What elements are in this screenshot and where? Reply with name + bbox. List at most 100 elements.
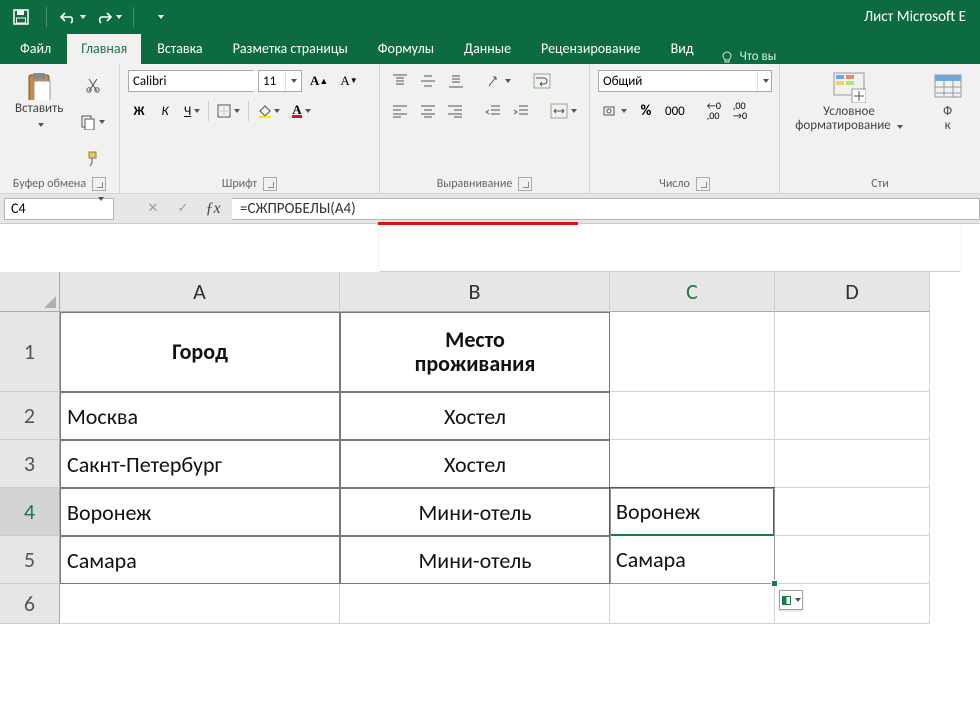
tab-file[interactable]: Файл bbox=[6, 34, 65, 64]
tab-data[interactable]: Данные bbox=[450, 34, 525, 64]
cell-D2[interactable] bbox=[775, 392, 930, 440]
clipboard-dialog-launcher[interactable] bbox=[92, 177, 106, 191]
alignment-dialog-launcher[interactable] bbox=[518, 177, 532, 191]
cell-D3[interactable] bbox=[775, 440, 930, 488]
group-font: A▲ A▼ Ж К Ч А Шрифт bbox=[120, 64, 380, 193]
autofill-options-button[interactable] bbox=[779, 590, 803, 610]
fill-handle[interactable] bbox=[771, 580, 778, 587]
font-size-input[interactable] bbox=[259, 71, 285, 91]
cell-B5[interactable]: Мини-отель bbox=[340, 536, 610, 584]
cell-C6[interactable] bbox=[610, 584, 775, 624]
lightbulb-icon bbox=[720, 50, 734, 64]
qat-customize-icon[interactable] bbox=[144, 3, 174, 31]
cell-A3[interactable]: Сакнт-Петербург bbox=[60, 440, 340, 488]
copy-button[interactable] bbox=[76, 111, 109, 133]
tab-formulas[interactable]: Формулы bbox=[364, 34, 448, 64]
group-number-label: Число bbox=[659, 177, 690, 191]
format-as-table-button[interactable]: Фк bbox=[924, 68, 972, 164]
clipboard-icon bbox=[23, 71, 55, 100]
tab-insert[interactable]: Вставка bbox=[143, 34, 216, 64]
cell-D5[interactable] bbox=[775, 536, 930, 584]
font-name-combo[interactable] bbox=[128, 70, 254, 92]
tab-page-layout[interactable]: Разметка страницы bbox=[219, 34, 362, 64]
align-middle-button[interactable] bbox=[416, 70, 440, 92]
borders-button[interactable] bbox=[213, 100, 244, 122]
row-headers: 123456 bbox=[0, 312, 60, 624]
tell-me-search[interactable]: Что вы bbox=[720, 49, 777, 64]
number-format-combo[interactable] bbox=[598, 70, 772, 92]
row-header-3[interactable]: 3 bbox=[0, 440, 60, 488]
cell-D4[interactable] bbox=[775, 488, 930, 536]
cell-B6[interactable] bbox=[340, 584, 610, 624]
column-header-A[interactable]: A bbox=[60, 272, 340, 312]
row-header-5[interactable]: 5 bbox=[0, 536, 60, 584]
align-bottom-button[interactable] bbox=[444, 70, 468, 92]
tab-home[interactable]: Главная bbox=[67, 34, 141, 64]
decrease-font-button[interactable]: A▼ bbox=[336, 70, 361, 92]
name-box-input[interactable] bbox=[5, 200, 95, 217]
column-header-C[interactable]: C bbox=[610, 272, 775, 312]
conditional-formatting-button[interactable]: Условноеформатирование bbox=[788, 68, 909, 164]
redo-icon[interactable] bbox=[93, 3, 123, 31]
fill-color-button[interactable] bbox=[253, 100, 284, 122]
cell-A4[interactable]: Воронеж bbox=[60, 488, 340, 536]
paste-button[interactable]: Вставить bbox=[8, 68, 70, 134]
confirm-formula-button[interactable]: ✓ bbox=[170, 198, 196, 220]
name-box[interactable] bbox=[4, 198, 114, 220]
cell-A5[interactable]: Самара bbox=[60, 536, 340, 584]
cell-A6[interactable] bbox=[60, 584, 340, 624]
formula-text: =СЖПРОБЕЛЫ(A4) bbox=[232, 200, 364, 218]
increase-font-button[interactable]: A▲ bbox=[306, 70, 332, 92]
ribbon-tabs: Файл Главная Вставка Разметка страницы Ф… bbox=[0, 34, 980, 64]
format-painter-button[interactable] bbox=[76, 148, 109, 170]
cell-D1[interactable] bbox=[775, 312, 930, 392]
align-left-button[interactable] bbox=[388, 100, 412, 122]
wrap-text-button[interactable] bbox=[529, 70, 555, 92]
undo-icon[interactable] bbox=[57, 3, 87, 31]
increase-indent-button[interactable] bbox=[509, 100, 533, 122]
align-top-button[interactable] bbox=[388, 70, 412, 92]
cell-A1[interactable]: Город bbox=[60, 312, 340, 392]
decrease-indent-button[interactable] bbox=[481, 100, 505, 122]
decrease-decimal-button[interactable]: ,00→0 bbox=[729, 100, 751, 122]
column-header-B[interactable]: B bbox=[340, 272, 610, 312]
select-all-corner[interactable] bbox=[0, 272, 60, 312]
number-format-input[interactable] bbox=[599, 71, 757, 91]
cell-B2[interactable]: Хостел bbox=[340, 392, 610, 440]
row-header-4[interactable]: 4 bbox=[0, 488, 60, 536]
save-icon[interactable] bbox=[6, 3, 36, 31]
underline-button[interactable]: Ч bbox=[180, 100, 204, 122]
cancel-formula-button[interactable]: ✕ bbox=[140, 198, 166, 220]
align-center-button[interactable] bbox=[416, 100, 440, 122]
fx-icon[interactable]: ƒx bbox=[200, 198, 226, 220]
cut-button[interactable] bbox=[76, 74, 109, 96]
cell-A2[interactable]: Москва bbox=[60, 392, 340, 440]
font-color-button[interactable]: А bbox=[288, 100, 314, 122]
row-header-1[interactable]: 1 bbox=[0, 312, 60, 392]
merge-cells-button[interactable] bbox=[546, 100, 581, 122]
cell-C1[interactable] bbox=[610, 312, 775, 392]
comma-format-button[interactable]: 000 bbox=[661, 100, 689, 122]
align-right-button[interactable] bbox=[443, 100, 467, 122]
column-header-D[interactable]: D bbox=[775, 272, 930, 312]
increase-decimal-button[interactable]: ←0,00 bbox=[703, 100, 725, 122]
tab-view[interactable]: Вид bbox=[657, 34, 708, 64]
orientation-button[interactable] bbox=[482, 70, 515, 92]
row-header-6[interactable]: 6 bbox=[0, 584, 60, 624]
font-dialog-launcher[interactable] bbox=[263, 177, 277, 191]
bold-button[interactable]: Ж bbox=[128, 100, 150, 122]
title-bar: Лист Microsoft E bbox=[0, 0, 980, 34]
number-dialog-launcher[interactable] bbox=[696, 177, 710, 191]
percent-format-button[interactable]: % bbox=[635, 100, 657, 122]
formula-input[interactable]: =СЖПРОБЕЛЫ(A4) bbox=[232, 198, 980, 220]
cell-B3[interactable]: Хостел bbox=[340, 440, 610, 488]
accounting-format-button[interactable] bbox=[598, 100, 631, 122]
cell-B1[interactable]: Местопроживания bbox=[340, 312, 610, 392]
row-header-2[interactable]: 2 bbox=[0, 392, 60, 440]
tab-review[interactable]: Рецензирование bbox=[527, 34, 655, 64]
cell-C3[interactable] bbox=[610, 440, 775, 488]
italic-button[interactable]: К bbox=[154, 100, 176, 122]
font-size-combo[interactable] bbox=[258, 70, 302, 92]
cell-C2[interactable] bbox=[610, 392, 775, 440]
cell-B4[interactable]: Мини-отель bbox=[340, 488, 610, 536]
